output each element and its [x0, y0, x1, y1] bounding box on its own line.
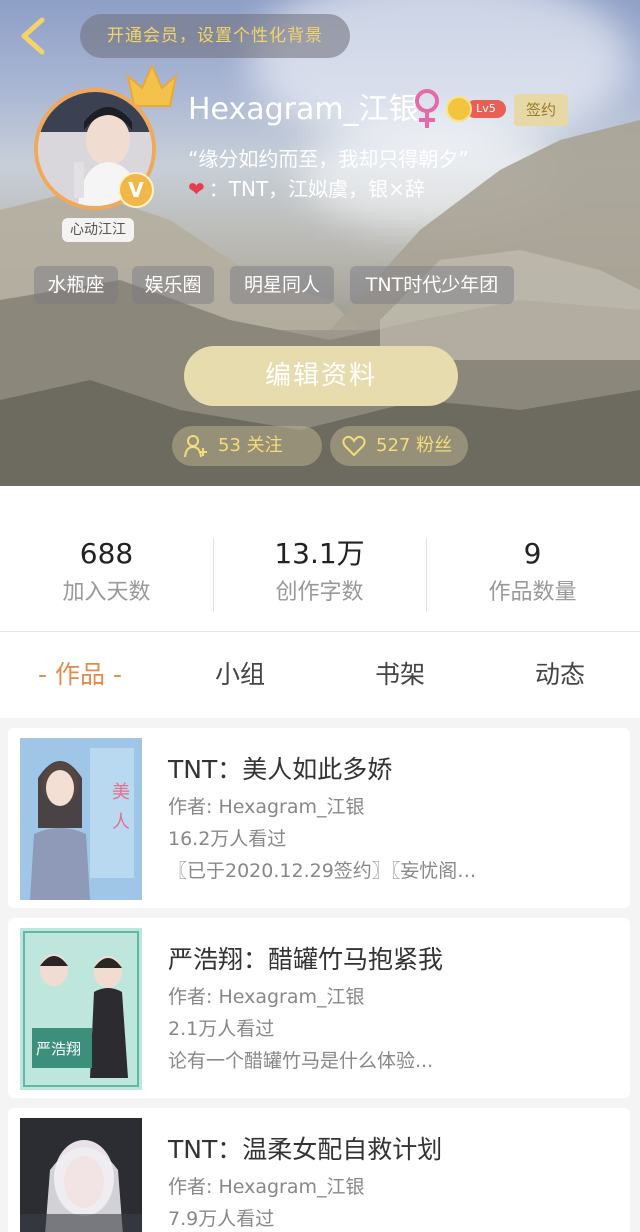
follow-user-icon — [184, 435, 207, 458]
cover-image — [20, 1118, 142, 1232]
svg-text:严浩翔: 严浩翔 — [36, 1040, 81, 1058]
stat-label: 作品数量 — [488, 580, 577, 605]
favorites-text: ：TNT，江姒虞，银×辞 — [208, 177, 425, 201]
work-card[interactable]: 美 人 TNT：美人如此多娇 作者: Hexagram_江银 16.2万人看过 … — [8, 728, 630, 908]
tab-works[interactable]: - 作品 - — [0, 656, 160, 694]
work-title: TNT：美人如此多娇 — [168, 755, 393, 784]
heart-arrow-icon: ❤ — [188, 177, 205, 201]
profile-tabs: - 作品 - 小组 书架 动态 — [0, 632, 640, 718]
tab-activity[interactable]: 动态 — [480, 656, 640, 694]
stats-bar: 688 加入天数 13.1万 创作字数 9 作品数量 — [0, 486, 640, 632]
tag-item[interactable]: 娱乐圈 — [132, 266, 214, 304]
work-cover: 严浩翔 — [20, 928, 142, 1090]
avatar-nickname-tag: 心动江江 — [62, 218, 134, 242]
work-views: 2.1万人看过 — [168, 1018, 275, 1040]
stat-join-days: 688 加入天数 — [0, 536, 213, 610]
stat-word-count: 13.1万 创作字数 — [213, 536, 426, 610]
fans-button[interactable]: 527 粉丝 — [330, 426, 468, 466]
signed-badge: 签约 — [514, 94, 568, 126]
work-cover: 美 人 — [20, 738, 142, 900]
work-title: 严浩翔：醋罐竹马抱紧我 — [168, 945, 444, 974]
work-views: 7.9万人看过 — [168, 1208, 275, 1230]
stat-value: 9 — [523, 537, 542, 570]
tab-groups[interactable]: 小组 — [160, 656, 320, 694]
vip-background-prompt[interactable]: 开通会员，设置个性化背景 — [80, 14, 350, 58]
back-arrow-icon[interactable] — [14, 14, 54, 58]
level-badge: Lv5 — [446, 96, 508, 122]
following-count: 53 关注 — [218, 435, 283, 456]
stat-label: 加入天数 — [62, 580, 151, 605]
tag-item[interactable]: 明星同人 — [230, 266, 334, 304]
work-views: 16.2万人看过 — [168, 828, 287, 850]
work-cover — [20, 1118, 142, 1232]
work-title: TNT：温柔女配自救计划 — [168, 1135, 443, 1164]
work-author: 作者: Hexagram_江银 — [168, 986, 365, 1008]
work-author: 作者: Hexagram_江银 — [168, 1176, 365, 1198]
tag-item[interactable]: TNT时代少年团 — [350, 266, 514, 304]
stat-value: 688 — [79, 537, 134, 570]
following-button[interactable]: 53 关注 — [172, 426, 322, 466]
fans-count: 527 粉丝 — [376, 435, 453, 456]
work-description: 〖已于2020.12.29签约〗〖妄忧阁… — [168, 860, 477, 882]
tag-item[interactable]: 水瓶座 — [34, 266, 118, 304]
stat-label: 创作字数 — [275, 580, 364, 605]
level-crown-icon — [446, 96, 472, 122]
work-author: 作者: Hexagram_江银 — [168, 796, 365, 818]
work-card[interactable]: TNT：温柔女配自救计划 作者: Hexagram_江银 7.9万人看过 — [8, 1108, 630, 1232]
cover-image: 美 人 — [20, 738, 142, 900]
work-description: 论有一个醋罐竹马是什么体验... — [168, 1050, 434, 1072]
profile-header: 开通会员，设置个性化背景 V 心动江江 Hexagram_江银 Lv5 签约 “… — [0, 0, 640, 486]
username: Hexagram_江银 — [188, 92, 419, 127]
stat-value: 13.1万 — [274, 537, 365, 570]
favorites-line: ❤ ：TNT，江姒虞，银×辞 — [188, 174, 425, 204]
verified-badge: V — [118, 172, 154, 208]
svg-text:美: 美 — [112, 782, 130, 803]
tab-bookshelf[interactable]: 书架 — [320, 656, 480, 694]
female-gender-icon — [415, 89, 439, 128]
cover-image: 严浩翔 — [20, 928, 142, 1090]
svg-text:人: 人 — [112, 812, 130, 833]
work-card[interactable]: 严浩翔 严浩翔：醋罐竹马抱紧我 作者: Hexagram_江银 2.1万人看过 … — [8, 918, 630, 1098]
level-text: Lv5 — [466, 100, 506, 118]
works-list: 美 人 TNT：美人如此多娇 作者: Hexagram_江银 16.2万人看过 … — [0, 718, 640, 1232]
heart-outline-icon — [342, 435, 366, 457]
stat-works-count: 9 作品数量 — [426, 536, 639, 610]
mountain-background — [0, 120, 640, 486]
profile-bio: “缘分如约而至，我却只得朝夕” — [188, 147, 469, 171]
edit-profile-button[interactable]: 编辑资料 — [184, 346, 458, 406]
